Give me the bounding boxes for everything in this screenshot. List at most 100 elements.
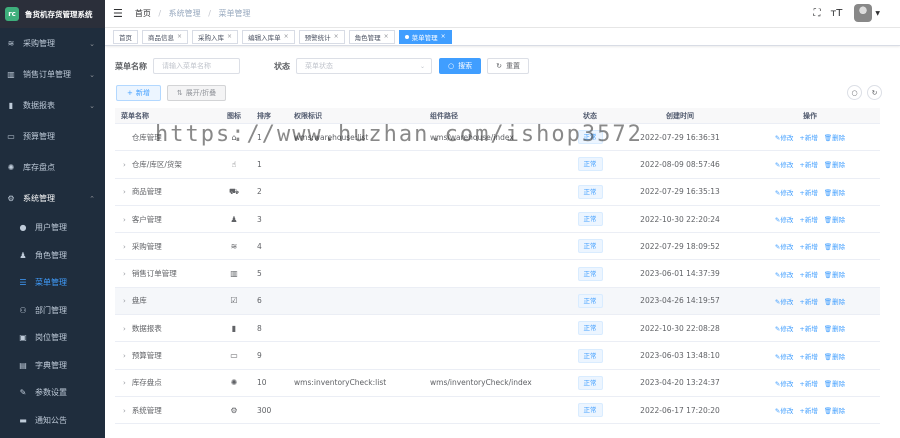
delete-button[interactable]: 🗑删除 bbox=[824, 134, 845, 142]
sidebar-subitem[interactable]: ⚇ 部门管理 bbox=[0, 297, 105, 325]
cell-menu-name: › 库存盘点 bbox=[115, 377, 215, 388]
tab-6[interactable]: 菜单管理 × bbox=[398, 29, 452, 44]
font-size-icon[interactable]: ᴛT bbox=[830, 8, 842, 19]
table-row[interactable]: ›仓库管理 ⌂ 1 wms:warehouse:list wms/warehouse/i… bbox=[115, 124, 880, 152]
chevron-right-icon[interactable]: › bbox=[123, 297, 126, 305]
edit-button[interactable]: ✎修改 bbox=[775, 216, 793, 224]
close-icon[interactable]: × bbox=[441, 33, 446, 40]
close-icon[interactable]: × bbox=[384, 33, 389, 40]
search-button[interactable]: ○ 搜索 bbox=[439, 58, 482, 74]
delete-button[interactable]: 🗑删除 bbox=[824, 407, 845, 415]
tab-4[interactable]: 预警统计 × bbox=[298, 29, 345, 44]
edit-button[interactable]: ✎修改 bbox=[775, 325, 793, 333]
chevron-right-icon[interactable]: › bbox=[123, 216, 126, 224]
chevron-right-icon[interactable]: › bbox=[123, 270, 126, 278]
edit-button[interactable]: ✎修改 bbox=[775, 298, 793, 306]
menu-name-text: 库存盘点 bbox=[131, 378, 162, 388]
table-row[interactable]: › 商品管理 ⛟ 2 正常 2022-07-29 16:35:13 ✎修改 +新增 🗑删除 bbox=[115, 178, 880, 206]
status-select[interactable]: 菜单状态 ⌄ bbox=[296, 58, 432, 74]
sidebar-subitem[interactable]: ● 用户管理 bbox=[0, 214, 105, 242]
delete-button[interactable]: 🗑删除 bbox=[824, 243, 845, 251]
sidebar-item[interactable]: ▭ 预算管理 bbox=[0, 121, 105, 152]
fullscreen-icon[interactable]: ⛶ bbox=[813, 8, 820, 19]
close-icon[interactable]: × bbox=[227, 33, 232, 40]
sidebar-subitem[interactable]: ♟ 角色管理 bbox=[0, 242, 105, 270]
table-row[interactable]: › 预算管理 ▭ 9 正常 2023-06-03 13:48:10 ✎修改 +新增 🗑删除 bbox=[115, 342, 880, 370]
sidebar-item[interactable]: ▥ 销售订单管理 ⌄ bbox=[0, 59, 105, 90]
add-button[interactable]: + 新增 bbox=[116, 85, 161, 101]
table-row[interactable]: › 数据报表 ▮ 8 正常 2022-10-30 22:08:28 ✎修改 +新增 🗑删除 bbox=[115, 315, 880, 343]
chevron-right-icon[interactable]: › bbox=[123, 188, 126, 196]
close-icon[interactable]: × bbox=[284, 33, 289, 40]
delete-button[interactable]: 🗑删除 bbox=[824, 380, 845, 388]
chevron-right-icon[interactable]: › bbox=[123, 325, 126, 333]
close-icon[interactable]: × bbox=[177, 33, 182, 40]
delete-button[interactable]: 🗑删除 bbox=[824, 325, 845, 333]
chevron-right-icon[interactable]: › bbox=[123, 407, 126, 415]
edit-button[interactable]: ✎修改 bbox=[775, 407, 793, 415]
delete-button[interactable]: 🗑删除 bbox=[824, 298, 845, 306]
add-child-button[interactable]: +新增 bbox=[799, 134, 817, 142]
table-row[interactable]: › 库存盘点 ✺ 10 wms:inventoryCheck:list wms/inven… bbox=[115, 369, 880, 397]
sidebar-subitem[interactable]: ▣ 岗位管理 bbox=[0, 324, 105, 352]
edit-button[interactable]: ✎修改 bbox=[775, 243, 793, 251]
sidebar-subitem[interactable]: ▬ 通知公告 bbox=[0, 407, 105, 435]
add-child-button[interactable]: +新增 bbox=[799, 380, 817, 388]
chevron-right-icon[interactable]: › bbox=[123, 161, 126, 169]
edit-button[interactable]: ✎修改 bbox=[775, 189, 793, 197]
chevron-right-icon[interactable]: › bbox=[123, 243, 126, 251]
edit-button[interactable]: ✎修改 bbox=[775, 134, 793, 142]
table-row[interactable]: › 采购管理 ≋ 4 正常 2022-07-29 18:09:52 ✎修改 +新增 🗑删除 bbox=[115, 233, 880, 261]
sidebar-item[interactable]: ▮ 数据报表 ⌄ bbox=[0, 90, 105, 121]
add-child-button[interactable]: +新增 bbox=[799, 407, 817, 415]
sidebar-subitem[interactable]: ▤ 字典管理 bbox=[0, 352, 105, 380]
add-child-button[interactable]: +新增 bbox=[799, 353, 817, 361]
hamburger-icon[interactable]: ☰ bbox=[113, 7, 123, 20]
table-row[interactable]: › 系统管理 ⚙ 300 正常 2022-06-17 17:20:20 ✎修改 +新增 🗑删除 bbox=[115, 396, 880, 425]
toggle-search-button[interactable]: ○ bbox=[847, 85, 862, 100]
table-row[interactable]: › 销售订单管理 ▥ 5 正常 2023-06-01 14:37:39 ✎修改 +新增 🗑删除 bbox=[115, 260, 880, 288]
sidebar-subitem[interactable]: ✎ 参数设置 bbox=[0, 379, 105, 407]
reset-button[interactable]: ↻ 重置 bbox=[487, 58, 529, 74]
table-row[interactable]: › 盘库 ☑ 6 正常 2023-04-26 14:19:57 ✎修改 +新增 🗑删除 bbox=[115, 287, 880, 316]
breadcrumb-home[interactable]: 首页 bbox=[135, 9, 151, 18]
delete-button[interactable]: 🗑删除 bbox=[824, 189, 845, 197]
add-child-button[interactable]: +新增 bbox=[799, 298, 817, 306]
edit-button[interactable]: ✎修改 bbox=[775, 380, 793, 388]
app-logo[interactable]: rc 鲁货机存货管理系统 bbox=[0, 0, 105, 28]
expand-collapse-button[interactable]: ⇅ 展开/折叠 bbox=[166, 85, 227, 101]
edit-button[interactable]: ✎修改 bbox=[775, 271, 793, 279]
edit-button[interactable]: ✎修改 bbox=[775, 353, 793, 361]
sidebar-item[interactable]: ⚙ 系统管理 ⌃ bbox=[0, 183, 105, 214]
tab-0[interactable]: 首页 bbox=[113, 29, 138, 44]
caret-down-icon[interactable]: ▼ bbox=[875, 10, 880, 17]
table-row[interactable]: › 客户管理 ♟ 3 正常 2022-10-30 22:20:24 ✎修改 +新增 🗑删除 bbox=[115, 205, 880, 234]
avatar[interactable] bbox=[854, 4, 873, 22]
delete-button[interactable]: 🗑删除 bbox=[824, 161, 845, 169]
delete-button[interactable]: 🗑删除 bbox=[824, 271, 845, 279]
refresh-table-button[interactable]: ↻ bbox=[867, 85, 882, 100]
menu-name-input[interactable]: 请输入菜单名称 bbox=[153, 58, 240, 74]
table-row[interactable]: › 仓库/库区/货架 ☝ 1 正常 2022-08-09 08:57:46 ✎修改 +新增 🗑删… bbox=[115, 151, 880, 179]
sidebar-item[interactable]: ✺ 库存盘点 bbox=[0, 152, 105, 183]
tab-2[interactable]: 采购入库 × bbox=[192, 29, 239, 44]
chevron-right-icon[interactable]: › bbox=[123, 352, 126, 360]
delete-button[interactable]: 🗑删除 bbox=[824, 353, 845, 361]
add-child-button[interactable]: +新增 bbox=[799, 325, 817, 333]
tab-label: 采购入库 bbox=[198, 33, 225, 42]
add-child-button[interactable]: +新增 bbox=[799, 189, 817, 197]
tab-5[interactable]: 角色管理 × bbox=[348, 29, 395, 44]
add-child-button[interactable]: +新增 bbox=[799, 216, 817, 224]
sidebar-item[interactable]: ≋ 采购管理 ⌄ bbox=[0, 28, 105, 59]
add-child-button[interactable]: +新增 bbox=[799, 161, 817, 169]
sidebar-subitem[interactable]: ☰ 菜单管理 bbox=[0, 269, 105, 297]
tab-1[interactable]: 商品信息 × bbox=[142, 29, 189, 44]
chevron-right-icon[interactable]: › bbox=[123, 379, 126, 387]
close-icon[interactable]: × bbox=[334, 33, 339, 40]
add-child-button[interactable]: +新增 bbox=[799, 271, 817, 279]
edit-button[interactable]: ✎修改 bbox=[775, 161, 793, 169]
tab-3[interactable]: 编辑入库单 × bbox=[242, 29, 295, 44]
add-child-button[interactable]: +新增 bbox=[799, 243, 817, 251]
cell-actions: ✎修改 +新增 🗑删除 bbox=[740, 132, 880, 142]
delete-button[interactable]: 🗑删除 bbox=[824, 216, 845, 224]
